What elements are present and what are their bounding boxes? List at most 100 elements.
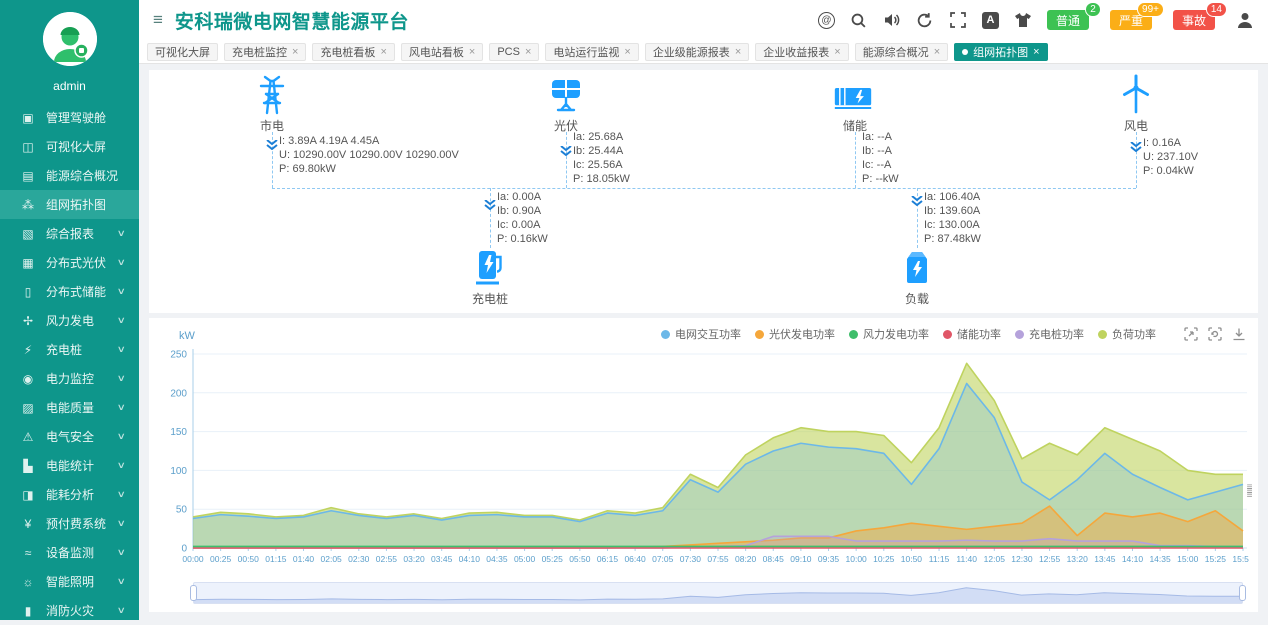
svg-text:05:50: 05:50 — [569, 554, 591, 564]
table-icon: ▧ — [20, 227, 36, 241]
safety-icon: ⚠ — [20, 430, 36, 444]
svg-text:00:25: 00:25 — [210, 554, 232, 564]
alert-normal-button[interactable]: 普通 2 — [1047, 10, 1089, 30]
sidebar-item-prepaid[interactable]: ¥预付费系统∨ — [0, 509, 139, 538]
sidebar-item-label: 风力发电 — [46, 312, 118, 329]
refresh-icon[interactable] — [916, 11, 934, 29]
sidebar-item-device-monitor[interactable]: ≈设备监测∨ — [0, 538, 139, 567]
tab-pcs[interactable]: PCS× — [489, 43, 539, 61]
sidebar-item-storage[interactable]: ▯分布式储能∨ — [0, 277, 139, 306]
sidebar-item-power-quality[interactable]: ▨电能质量∨ — [0, 393, 139, 422]
charger-connector-line — [490, 188, 491, 248]
svg-text:100: 100 — [170, 466, 187, 477]
sidebar-item-pv[interactable]: ▦分布式光伏∨ — [0, 248, 139, 277]
solar-pv-icon[interactable] — [546, 75, 586, 115]
user-icon[interactable] — [1236, 11, 1254, 29]
svg-text:01:40: 01:40 — [293, 554, 315, 564]
fullscreen-icon[interactable] — [949, 11, 967, 29]
sidebar-item-label: 可视化大屏 — [46, 138, 129, 155]
tab-enterprise-revenue-report[interactable]: 企业收益报表× — [755, 43, 848, 61]
datazoom-slider[interactable] — [193, 582, 1243, 604]
theme-shirt-icon[interactable] — [1014, 11, 1032, 29]
zoom-select-icon[interactable] — [1184, 327, 1198, 341]
power-area-chart[interactable]: 05010015020025000:0000:2500:5001:1501:40… — [157, 346, 1249, 578]
search-icon[interactable] — [850, 11, 868, 29]
legend-load-power[interactable]: 负荷功率 — [1098, 326, 1156, 342]
sidebar-item-power-monitor[interactable]: ◉电力监控∨ — [0, 364, 139, 393]
energy-storage-icon[interactable] — [833, 78, 873, 118]
tab-label: 组网拓扑图 — [973, 44, 1028, 60]
translate-icon[interactable]: A — [982, 12, 999, 29]
restore-icon[interactable] — [1208, 327, 1222, 341]
datazoom-right-handle[interactable] — [1239, 585, 1246, 601]
active-dot-icon — [962, 49, 968, 55]
tab-close-icon[interactable]: × — [834, 46, 840, 58]
report-icon: ▤ — [20, 169, 36, 183]
svg-text:10:25: 10:25 — [873, 554, 895, 564]
legend-label: 储能功率 — [957, 326, 1001, 342]
svg-text:15:00: 15:00 — [1177, 554, 1199, 564]
alert-severe-button[interactable]: 严重 99+ — [1110, 10, 1152, 30]
avatar[interactable] — [43, 12, 97, 66]
legend-pv-power[interactable]: 光伏发电功率 — [755, 326, 835, 342]
sidebar-item-topology[interactable]: ⁂组网拓扑图 — [0, 190, 139, 219]
datazoom-left-handle[interactable] — [190, 585, 197, 601]
svg-text:08:45: 08:45 — [763, 554, 785, 564]
tab-close-icon[interactable]: × — [735, 46, 741, 58]
svg-text:14:35: 14:35 — [1149, 554, 1171, 564]
sidebar-item-charger[interactable]: ⚡充电桩∨ — [0, 335, 139, 364]
message-icon[interactable]: @ — [818, 12, 835, 29]
tab-enterprise-energy-report[interactable]: 企业级能源报表× — [645, 43, 749, 61]
utility-grid-icon[interactable] — [252, 75, 292, 115]
load-icon[interactable] — [897, 248, 937, 288]
sidebar-item-label: 电能统计 — [46, 457, 118, 474]
sidebar-item-wind[interactable]: ✢风力发电∨ — [0, 306, 139, 335]
sidebar-item-reports[interactable]: ▧综合报表∨ — [0, 219, 139, 248]
chevron-down-icon: ∨ — [117, 228, 126, 239]
tab-close-icon[interactable]: × — [934, 46, 940, 58]
tab-charger-board[interactable]: 充电桩看板 × — [312, 43, 394, 61]
sidebar-item-label: 组网拓扑图 — [46, 196, 129, 213]
wind-turbine-icon[interactable] — [1116, 74, 1156, 114]
tab-close-icon[interactable]: × — [1033, 46, 1039, 58]
tab-close-icon[interactable]: × — [469, 46, 475, 58]
sidebar-item-fire[interactable]: ▮消防火灾∨ — [0, 596, 139, 625]
axis-drag-handle-icon[interactable]: ≡≡≡ — [1242, 486, 1256, 498]
alert-severe-badge: 99+ — [1137, 2, 1164, 17]
tab-bigscreen[interactable]: 可视化大屏 — [147, 43, 218, 61]
quality-icon: ▨ — [20, 401, 36, 415]
legend-grid-power[interactable]: 电网交互功率 — [661, 326, 741, 342]
sidebar-item-energy-overview[interactable]: ▤能源综合概况 — [0, 161, 139, 190]
download-icon[interactable] — [1232, 327, 1246, 341]
sidebar-item-energy-analysis[interactable]: ◨能耗分析∨ — [0, 480, 139, 509]
tab-charger-monitor[interactable]: 充电桩监控× — [224, 43, 306, 61]
tab-windfarm-board[interactable]: 风电站看板× — [401, 43, 483, 61]
tab-station-monitor[interactable]: 电站运行监视× — [545, 43, 638, 61]
legend-label: 充电桩功率 — [1029, 326, 1084, 342]
svg-text:02:05: 02:05 — [321, 554, 343, 564]
tab-close-icon[interactable]: × — [624, 46, 630, 58]
tab-close-icon[interactable]: × — [292, 46, 298, 58]
svg-text:02:55: 02:55 — [376, 554, 398, 564]
legend-storage-power[interactable]: 储能功率 — [943, 326, 1001, 342]
tab-topology[interactable]: 组网拓扑图 × — [954, 43, 1047, 61]
volume-icon[interactable] — [883, 11, 901, 29]
sidebar-item-electrical-safety[interactable]: ⚠电气安全∨ — [0, 422, 139, 451]
sidebar-item-bigscreen[interactable]: ◫可视化大屏 — [0, 132, 139, 161]
legend-wind-power[interactable]: 风力发电功率 — [849, 326, 929, 342]
sidebar-item-lighting[interactable]: ☼智能照明∨ — [0, 567, 139, 596]
menu-collapse-icon[interactable]: ≡ — [153, 10, 163, 30]
tab-energy-overview[interactable]: 能源综合概况× — [855, 43, 948, 61]
alert-normal-label: 普通 — [1056, 12, 1080, 29]
legend-charger-power[interactable]: 充电桩功率 — [1015, 326, 1084, 342]
chevron-down-icon: ∨ — [117, 315, 126, 326]
tab-close-icon[interactable]: × — [380, 46, 386, 58]
sidebar-item-power-stats[interactable]: ▙电能统计∨ — [0, 451, 139, 480]
sidebar-item-cockpit[interactable]: ▣管理驾驶舱 — [0, 103, 139, 132]
svg-text:250: 250 — [170, 350, 187, 361]
load-node-label: 负载 — [872, 290, 962, 307]
tab-close-icon[interactable]: × — [525, 46, 531, 58]
alert-accident-button[interactable]: 事故 14 — [1173, 10, 1215, 30]
tab-label: 充电桩看板 — [320, 44, 375, 60]
ev-charger-icon[interactable] — [470, 248, 510, 288]
